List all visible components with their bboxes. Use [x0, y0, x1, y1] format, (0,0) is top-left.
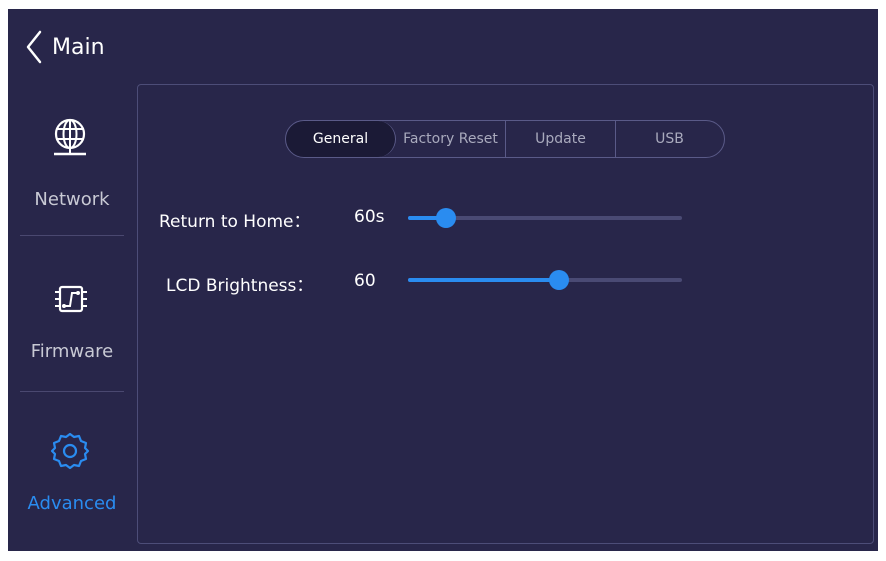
return-home-label: Return to Home：: [159, 212, 311, 232]
back-label: Main: [52, 34, 105, 60]
slider-fill: [408, 278, 559, 282]
tab-general[interactable]: General: [286, 121, 396, 157]
tab-update[interactable]: Update: [506, 121, 616, 157]
back-button[interactable]: Main: [26, 29, 105, 65]
return-home-slider[interactable]: [408, 208, 682, 228]
globe-network-icon: [54, 118, 86, 156]
settings-panel: General Factory Reset Update USB Return …: [137, 84, 874, 544]
device-screen: Main Network Firmware Advanced General F…: [8, 9, 878, 551]
chevron-left-icon: [26, 30, 42, 64]
sidebar-item-label: Advanced: [27, 493, 117, 514]
tab-factory-reset[interactable]: Factory Reset: [396, 121, 506, 157]
lcd-brightness-value: 60: [354, 271, 376, 291]
gear-icon: [50, 432, 90, 470]
sidebar-item-advanced[interactable]: Advanced: [8, 425, 136, 545]
circuit-board-icon: [55, 285, 87, 313]
slider-thumb[interactable]: [548, 270, 569, 290]
tab-bar: General Factory Reset Update USB: [285, 120, 725, 158]
tab-usb[interactable]: USB: [616, 121, 723, 157]
sidebar-item-label: Network: [34, 189, 110, 210]
sidebar-divider: [20, 391, 124, 392]
return-home-value: 60s: [354, 207, 385, 227]
lcd-brightness-label: LCD Brightness：: [166, 276, 314, 296]
sidebar-item-label: Firmware: [30, 341, 114, 362]
slider-thumb[interactable]: [436, 208, 457, 228]
sidebar-item-network[interactable]: Network: [8, 117, 136, 237]
sidebar-divider: [20, 235, 124, 236]
sidebar-item-firmware[interactable]: Firmware: [8, 269, 136, 389]
lcd-brightness-slider[interactable]: [408, 270, 682, 290]
sidebar: Network Firmware Advanced: [8, 85, 136, 551]
